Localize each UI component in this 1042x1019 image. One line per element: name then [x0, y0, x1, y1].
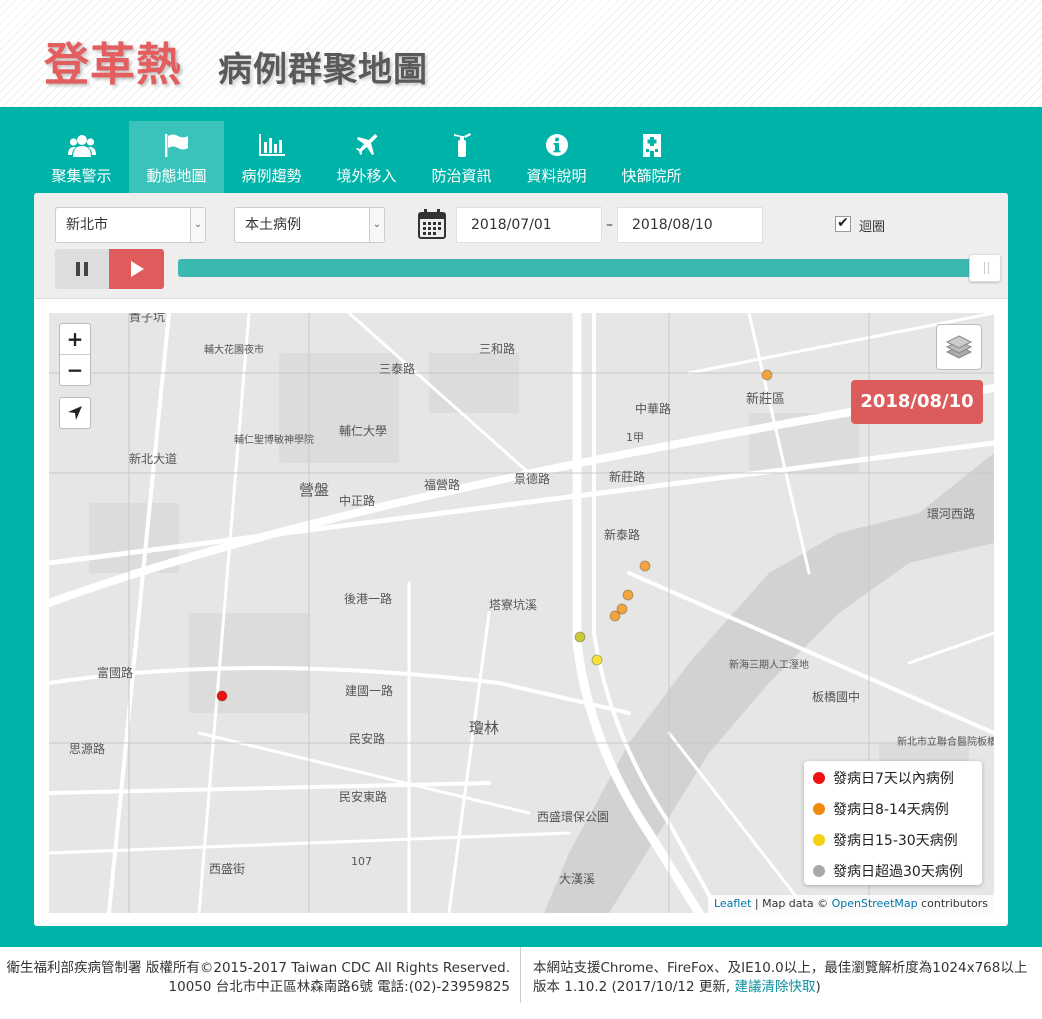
flag-icon — [163, 131, 191, 159]
layers-button[interactable] — [936, 324, 982, 370]
site-subtitle: 病例群聚地圖 — [218, 50, 428, 90]
map-panel: 新北市 ⌄ 本土病例 ⌄ 2018/07/01 – 2018/08/10 ✔ 迴… — [34, 193, 1008, 926]
nav-item-label: 資料說明 — [526, 167, 587, 185]
leaflet-link[interactable]: Leaflet — [714, 897, 751, 910]
zoom-control: + − — [59, 323, 91, 386]
pause-button[interactable] — [55, 249, 109, 289]
legend-label: 發病日7天以內病例 — [833, 771, 954, 787]
nav-item-imported-cases[interactable]: 境外移入 — [319, 121, 414, 193]
legend-label: 發病日超過30天病例 — [833, 864, 963, 880]
attribution-suffix: contributors — [917, 897, 988, 910]
nav-item-case-trend[interactable]: 病例趨勢 — [224, 121, 319, 193]
case-marker[interactable] — [574, 631, 586, 643]
footer-browser-support: 本網站支援Chrome、FireFox、及IE10.0以上，最佳瀏覽解析度為10… — [533, 960, 1028, 976]
legend-item: 發病日15-30天病例 — [813, 830, 958, 852]
nav-item-label: 防治資訊 — [431, 167, 492, 185]
chevron-down-icon: ⌄ — [190, 208, 205, 242]
case-marker[interactable] — [639, 560, 651, 572]
location-arrow-icon — [68, 406, 82, 420]
hospital-icon — [638, 131, 666, 159]
timeline-slider-handle[interactable] — [969, 254, 1001, 282]
footer-address-line: 10050 台北市中正區林森南路6號 電話:(02)-23959825 — [168, 979, 510, 995]
footer-info: 本網站支援Chrome、FireFox、及IE10.0以上，最佳瀏覽解析度為10… — [533, 959, 1027, 997]
page-footer: 衛生福利部疾病管制署 版權所有©2015-2017 Taiwan CDC All… — [0, 947, 1042, 1019]
start-date-input[interactable]: 2018/07/01 — [456, 207, 602, 243]
chevron-down-icon: ⌄ — [369, 208, 384, 242]
footer-copyright: 衛生福利部疾病管制署 版權所有©2015-2017 Taiwan CDC All… — [7, 959, 510, 997]
main-area: 聚集警示 動態地圖 病例趨勢 境外移入 防治資訊 資料說明 快篩院所 新北市 ⌄… — [0, 107, 1042, 947]
legend-swatch — [813, 772, 825, 784]
legend-swatch — [813, 865, 825, 877]
end-date-input[interactable]: 2018/08/10 — [617, 207, 763, 243]
zoom-in-button[interactable]: + — [60, 324, 90, 355]
plane-icon — [353, 131, 381, 159]
case-type-select[interactable]: 本土病例 ⌄ — [234, 207, 385, 243]
case-marker[interactable] — [622, 589, 634, 601]
date-range-separator: – — [606, 217, 613, 233]
osm-link[interactable]: OpenStreetMap — [832, 897, 918, 910]
case-type-select-value: 本土病例 — [245, 217, 301, 233]
pause-icon — [76, 262, 88, 276]
map-legend: 發病日7天以內病例 發病日8-14天病例 發病日15-30天病例 發病日超過30… — [804, 761, 982, 885]
zoom-out-button[interactable]: − — [60, 355, 90, 385]
locate-button[interactable] — [59, 397, 91, 429]
legend-label: 發病日8-14天病例 — [833, 802, 949, 818]
calendar-icon[interactable] — [418, 209, 446, 239]
legend-item: 發病日7天以內病例 — [813, 768, 954, 790]
footer-version-suffix: ) — [815, 979, 821, 995]
footer-divider — [520, 947, 521, 1003]
nav-item-cluster-alert[interactable]: 聚集警示 — [34, 121, 129, 193]
loop-checkbox[interactable]: ✔ — [835, 216, 851, 232]
info-icon — [543, 131, 571, 159]
attribution-text: | Map data © — [751, 897, 832, 910]
nav-item-label: 動態地圖 — [146, 167, 207, 185]
legend-item: 發病日超過30天病例 — [813, 861, 963, 883]
clear-cache-link[interactable]: 建議清除快取 — [734, 979, 815, 995]
case-marker[interactable] — [216, 690, 228, 702]
nav-item-dynamic-map[interactable]: 動態地圖 — [129, 121, 224, 193]
bar-chart-icon — [258, 131, 286, 159]
nav-item-label: 境外移入 — [336, 167, 397, 185]
loop-label: 迴圈 — [859, 220, 886, 235]
case-marker[interactable] — [761, 369, 773, 381]
nav-item-data-description[interactable]: 資料說明 — [509, 121, 604, 193]
legend-label: 發病日15-30天病例 — [833, 833, 958, 849]
legend-swatch — [813, 834, 825, 846]
city-select-value: 新北市 — [66, 217, 108, 233]
legend-swatch — [813, 803, 825, 815]
nav-item-label: 快篩院所 — [621, 167, 682, 185]
timeline-slider-track[interactable] — [178, 259, 976, 277]
case-map[interactable]: 營盤 瓊林 新莊區 中正路 新莊路 福營路 景德路 民安路 民安東路 後港一路 … — [49, 313, 994, 913]
fire-extinguisher-icon — [448, 131, 476, 159]
page-header: 登革熱 病例群聚地圖 — [0, 0, 1042, 107]
nav-item-rapid-test-clinics[interactable]: 快篩院所 — [604, 121, 699, 193]
nav-item-label: 聚集警示 — [51, 167, 112, 185]
legend-item: 發病日8-14天病例 — [813, 799, 949, 821]
map-attribution: Leaflet | Map data © OpenStreetMap contr… — [707, 895, 994, 913]
main-nav: 聚集警示 動態地圖 病例趨勢 境外移入 防治資訊 資料說明 快篩院所 — [34, 121, 699, 193]
case-marker[interactable] — [616, 603, 628, 615]
footer-version: 版本 1.10.2 (2017/10/12 更新, — [533, 979, 735, 995]
users-icon — [67, 131, 96, 159]
footer-version-line: 版本 1.10.2 (2017/10/12 更新, 建議清除快取) — [533, 978, 1027, 997]
nav-item-prevention-info[interactable]: 防治資訊 — [414, 121, 509, 193]
case-marker[interactable] — [591, 654, 603, 666]
nav-item-label: 病例趨勢 — [241, 167, 302, 185]
layers-icon — [945, 335, 973, 359]
current-date-badge: 2018/08/10 — [851, 380, 983, 424]
footer-copyright-line: 衛生福利部疾病管制署 版權所有©2015-2017 Taiwan CDC All… — [6, 960, 510, 976]
play-button[interactable] — [109, 249, 164, 289]
play-icon — [130, 261, 144, 277]
site-title: 登革熱 — [44, 38, 183, 91]
city-select[interactable]: 新北市 ⌄ — [55, 207, 206, 243]
controls-bar: 新北市 ⌄ 本土病例 ⌄ 2018/07/01 – 2018/08/10 ✔ 迴… — [34, 193, 1008, 299]
